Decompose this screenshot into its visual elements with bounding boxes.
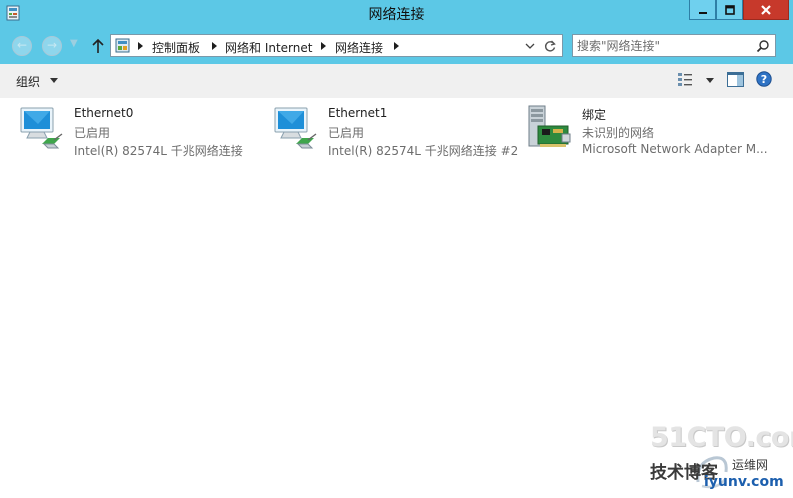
navigation-bar: ← → ▼ 控制面板 网络和 Internet 网络连接 (0, 28, 793, 64)
breadcrumb-separator-icon[interactable] (138, 42, 143, 50)
connection-name: 绑定 (582, 108, 607, 122)
search-icon[interactable] (756, 39, 770, 53)
connection-name: Ethernet1 (328, 106, 388, 120)
back-arrow-icon: ← (16, 38, 28, 52)
close-icon (761, 4, 771, 15)
connection-item-team[interactable]: 绑定 未识别的网络 Microsoft Network Adapter M... (526, 104, 788, 160)
forward-arrow-icon: → (46, 38, 58, 52)
preview-pane-icon[interactable] (727, 72, 744, 87)
breadcrumb-network-internet[interactable]: 网络和 Internet (225, 39, 312, 56)
title-bar[interactable]: 网络连接 (0, 0, 793, 28)
chevron-down-icon[interactable] (706, 78, 714, 83)
connection-status: 已启用 (328, 126, 365, 140)
network-card-icon (528, 105, 571, 147)
recent-locations-dropdown[interactable]: ▼ (70, 38, 78, 49)
maximize-button[interactable] (716, 0, 743, 20)
breadcrumb-separator-icon[interactable] (212, 42, 217, 50)
connection-status: 未识别的网络 (582, 126, 655, 140)
connection-item-ethernet1[interactable]: Ethernet1 已启用 Intel(R) 82574L 千兆网络连接 #2 (272, 104, 522, 160)
watermark: 51CTO.com 技术博客 运维网 iyunv.com (648, 418, 793, 494)
connection-device: Microsoft Network Adapter M... (582, 142, 768, 156)
connection-device: Intel(R) 82574L 千兆网络连接 (74, 144, 243, 158)
minimize-button[interactable] (689, 0, 716, 20)
watermark-site: 51CTO.com (650, 422, 793, 453)
maximize-icon (724, 4, 735, 15)
control-panel-icon (115, 38, 130, 53)
minimize-icon (698, 11, 707, 14)
address-bar[interactable]: 控制面板 网络和 Internet 网络连接 (110, 34, 563, 57)
breadcrumb-network-connections[interactable]: 网络连接 (335, 39, 383, 56)
refresh-icon[interactable] (543, 39, 557, 53)
forward-button[interactable]: → (42, 36, 62, 56)
connection-item-ethernet0[interactable]: Ethernet0 已启用 Intel(R) 82574L 千兆网络连接 (18, 104, 258, 160)
close-button[interactable] (743, 0, 789, 20)
connection-status: 已启用 (74, 126, 111, 140)
connection-name: Ethernet0 (74, 106, 134, 120)
connection-device: Intel(R) 82574L 千兆网络连接 #2 (328, 144, 519, 158)
up-arrow-icon[interactable] (90, 36, 106, 56)
search-box[interactable] (572, 34, 776, 57)
chevron-down-icon[interactable] (50, 78, 58, 83)
breadcrumb-separator-icon[interactable] (321, 42, 326, 50)
connections-list: Ethernet0 已启用 Intel(R) 82574L 千兆网络连接 Eth… (0, 98, 793, 498)
help-icon[interactable]: ? (756, 71, 772, 87)
window-title: 网络连接 (368, 7, 425, 23)
network-adapter-icon (274, 107, 317, 149)
organize-button[interactable]: 组织 (16, 73, 40, 90)
command-bar: 组织 ? (0, 64, 793, 98)
breadcrumb-separator-icon[interactable] (394, 42, 399, 50)
watermark-extra: 运维网 (732, 458, 769, 472)
breadcrumb-control-panel[interactable]: 控制面板 (152, 39, 200, 56)
svg-text:?: ? (761, 73, 767, 86)
network-adapter-icon (20, 107, 63, 149)
network-connections-window: 网络连接 ← → ▼ 控制面板 网络和 Internet 网络连接 搜索"网络连… (0, 0, 793, 498)
back-button[interactable]: ← (12, 36, 32, 56)
watermark-domain: iyunv.com (704, 474, 784, 490)
search-input[interactable] (577, 37, 747, 54)
chevron-down-icon[interactable] (525, 42, 535, 50)
change-view-icon[interactable] (677, 72, 693, 88)
